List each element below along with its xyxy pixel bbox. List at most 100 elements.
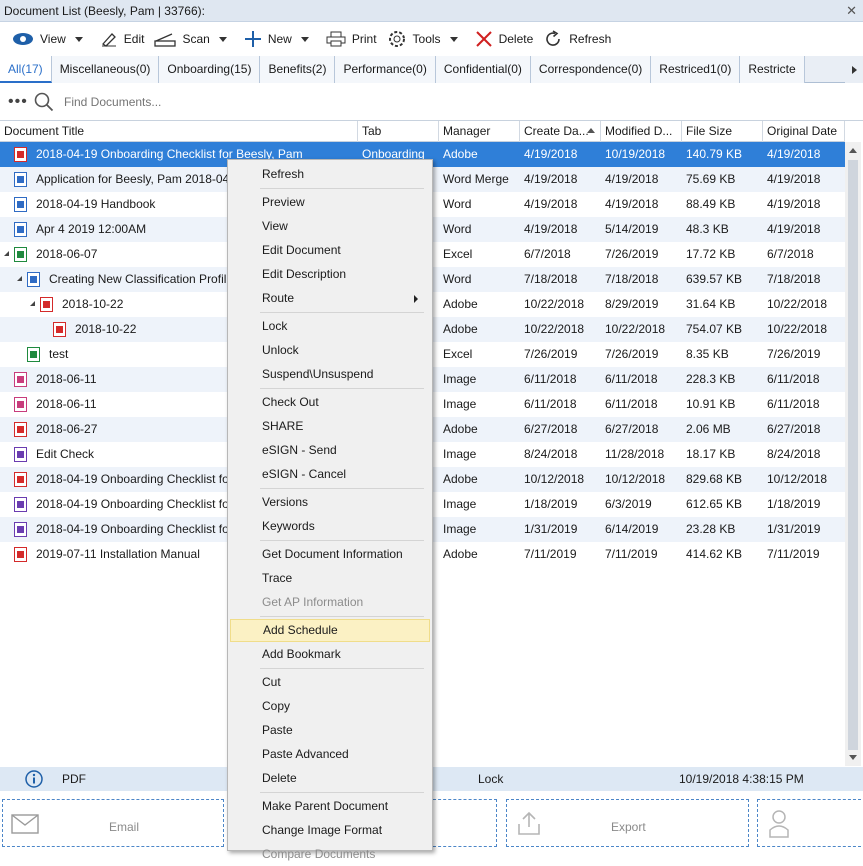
menu-item-edit-description[interactable]: Edit Description (230, 263, 430, 286)
cell-size: 414.62 KB (686, 547, 743, 561)
column-header-manager[interactable]: Manager (439, 121, 520, 142)
cell-modified: 5/14/2019 (605, 222, 659, 236)
menu-item-lock[interactable]: Lock (230, 315, 430, 338)
tree-expander-icon[interactable] (4, 251, 9, 256)
edit-button[interactable]: Edit (96, 26, 151, 52)
menu-item-paste[interactable]: Paste (230, 719, 430, 742)
menu-item-add-bookmark[interactable]: Add Bookmark (230, 643, 430, 666)
menu-item-label: Get AP Information (262, 595, 364, 609)
column-header-modified-date[interactable]: Modified D... (601, 121, 682, 142)
email-action[interactable]: Email (2, 799, 224, 847)
cell-manager: Word (443, 222, 472, 236)
cell-modified: 7/26/2019 (605, 347, 659, 361)
menu-item-label: Preview (262, 195, 305, 209)
column-header-original-date[interactable]: Original Date (763, 121, 845, 142)
tab-confidential[interactable]: Confidential(0) (435, 56, 531, 83)
menu-item-edit-document[interactable]: Edit Document (230, 239, 430, 262)
file-type-mark (17, 151, 24, 158)
tree-expander-icon[interactable] (30, 301, 35, 306)
info-icon[interactable] (25, 770, 43, 788)
view-dropdown-icon[interactable] (72, 26, 86, 52)
scan-button[interactable]: Scan (150, 26, 215, 52)
delete-button[interactable]: Delete (471, 26, 540, 52)
file-type-mark (17, 526, 24, 533)
menu-item-suspend-unsuspend[interactable]: Suspend\Unsuspend (230, 363, 430, 386)
menu-item-trace[interactable]: Trace (230, 567, 430, 590)
tab-performance[interactable]: Performance(0) (335, 56, 436, 83)
cell-size: 2.06 MB (686, 422, 731, 436)
menu-item-add-schedule[interactable]: Add Schedule (230, 619, 430, 642)
tab-restriced1[interactable]: Restriced1(0) (651, 56, 741, 83)
cell-modified: 10/19/2018 (605, 147, 666, 161)
menu-item-get-document-information[interactable]: Get Document Information (230, 543, 430, 566)
contact-action-partial[interactable] (757, 799, 861, 847)
tab-scroll-right-icon[interactable] (845, 56, 863, 83)
refresh-button[interactable]: Refresh (539, 26, 617, 52)
menu-item-make-parent-document[interactable]: Make Parent Document (230, 795, 430, 818)
column-header-file-size[interactable]: File Size (682, 121, 763, 142)
menu-item-keywords[interactable]: Keywords (230, 515, 430, 538)
menu-item-check-out[interactable]: Check Out (230, 391, 430, 414)
close-icon[interactable]: ✕ (846, 3, 857, 19)
image-doc-icon (14, 497, 27, 512)
scan-dropdown-icon[interactable] (216, 26, 230, 52)
word-icon (14, 222, 27, 237)
export-action[interactable]: Export (506, 799, 749, 847)
menu-separator (260, 540, 424, 541)
menu-item-esign-send[interactable]: eSIGN - Send (230, 439, 430, 462)
menu-item-route[interactable]: Route (230, 287, 430, 310)
print-button[interactable]: Print (322, 26, 383, 52)
cell-created: 4/19/2018 (524, 222, 578, 236)
menu-item-versions[interactable]: Versions (230, 491, 430, 514)
view-button[interactable]: View (8, 26, 72, 52)
gear-icon (388, 31, 405, 47)
action-box-partial[interactable] (433, 799, 497, 847)
cell-modified: 7/11/2019 (605, 547, 658, 561)
menu-separator (260, 488, 424, 489)
menu-item-label: SHARE (262, 419, 304, 433)
menu-separator (260, 668, 424, 669)
menu-item-delete[interactable]: Delete (230, 767, 430, 790)
tab-miscellaneous[interactable]: Miscellaneous(0) (51, 56, 160, 83)
column-header-tab[interactable]: Tab (358, 121, 439, 142)
menu-item-paste-advanced[interactable]: Paste Advanced (230, 743, 430, 766)
menu-item-esign-cancel[interactable]: eSIGN - Cancel (230, 463, 430, 486)
more-options-icon[interactable]: ••• (8, 93, 34, 111)
search-input[interactable] (62, 94, 362, 110)
scrollbar-thumb[interactable] (848, 160, 858, 750)
cell-size: 88.49 KB (686, 197, 736, 211)
search-icon[interactable] (34, 92, 54, 112)
tools-button[interactable]: Tools (383, 26, 447, 52)
menu-item-copy[interactable]: Copy (230, 695, 430, 718)
tab-correspondence[interactable]: Correspondence(0) (530, 56, 652, 83)
menu-item-label: Cut (262, 675, 281, 689)
print-label: Print (351, 32, 377, 46)
menu-item-refresh[interactable]: Refresh (230, 163, 430, 186)
tab-onboarding[interactable]: Onboarding(15) (159, 56, 261, 83)
tab-restricted-partial[interactable]: Restricte (740, 56, 805, 83)
menu-item-change-image-format[interactable]: Change Image Format (230, 819, 430, 842)
vertical-scrollbar[interactable] (845, 142, 861, 766)
menu-item-share[interactable]: SHARE (230, 415, 430, 438)
menu-item-view[interactable]: View (230, 215, 430, 238)
scanner-icon (154, 33, 177, 47)
tab-benefits[interactable]: Benefits(2) (260, 56, 336, 83)
edit-label: Edit (123, 32, 145, 46)
pdf-icon (14, 422, 27, 437)
new-dropdown-icon[interactable] (298, 26, 312, 52)
scroll-up-icon[interactable] (849, 148, 857, 153)
menu-item-preview[interactable]: Preview (230, 191, 430, 214)
tab-all[interactable]: All(17) (0, 56, 52, 83)
tree-expander-icon[interactable] (17, 276, 22, 281)
menu-item-label: Edit Document (262, 243, 341, 257)
scroll-down-icon[interactable] (849, 755, 857, 760)
menu-item-cut[interactable]: Cut (230, 671, 430, 694)
new-button[interactable]: New (240, 26, 298, 52)
cell-manager: Image (443, 497, 477, 511)
menu-item-unlock[interactable]: Unlock (230, 339, 430, 362)
tools-dropdown-icon[interactable] (447, 26, 461, 52)
column-header-create-date[interactable]: Create Da... (520, 121, 601, 142)
column-header-title[interactable]: Document Title (0, 121, 358, 142)
cell-original: 4/19/2018 (767, 197, 821, 211)
menu-item-label: Keywords (262, 519, 315, 533)
